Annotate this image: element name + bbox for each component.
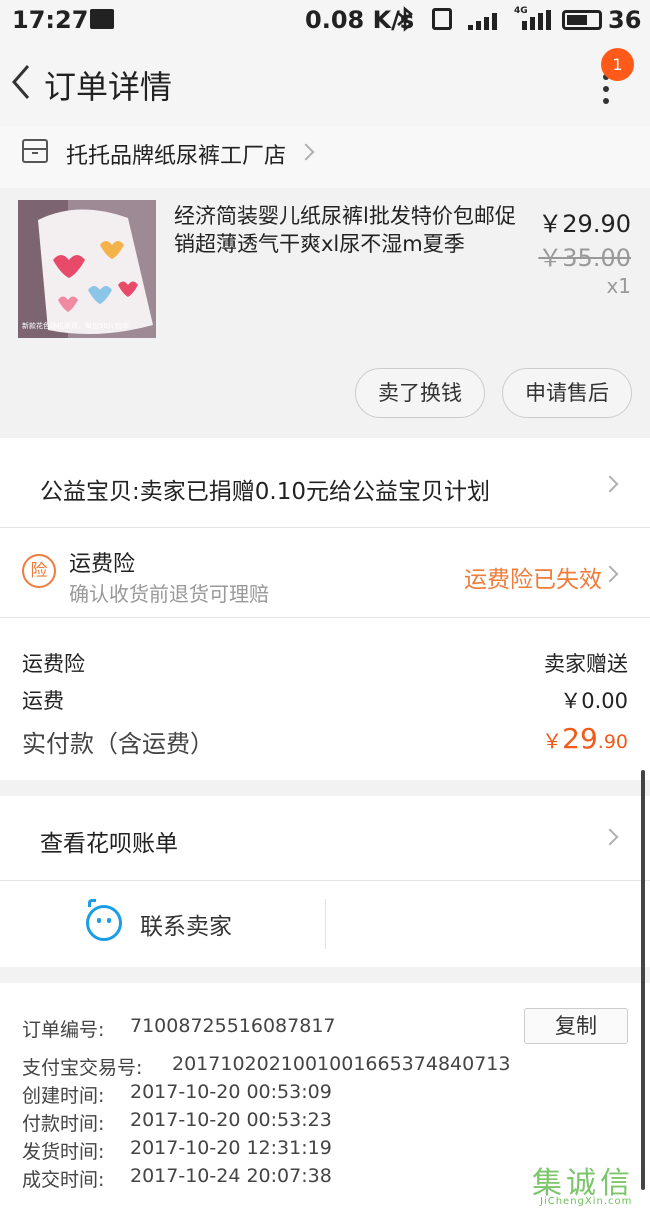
alipay-trade-row: 支付宝交易号: 2017102021001001665374840713 xyxy=(22,1053,510,1080)
completed-time-row: 成交时间: 2017-10-24 20:07:38 xyxy=(22,1165,332,1192)
insurance-title: 运费险 xyxy=(69,552,136,577)
info-label: 发货时间: xyxy=(22,1141,105,1163)
signal-icon xyxy=(468,10,502,30)
info-label: 创建时间: xyxy=(22,1085,105,1107)
after-sales-button[interactable]: 申请售后 xyxy=(502,368,632,418)
status-bar: 17:27 0.08 K/s 4G 36 xyxy=(0,0,650,40)
total-amount: ￥29.90 xyxy=(542,722,628,755)
paid-time-row: 付款时间: 2017-10-20 00:53:23 xyxy=(22,1109,332,1136)
battery-level: 36 xyxy=(608,6,642,34)
insurance-status: 运费险已失效 xyxy=(464,567,602,593)
total-decimal: .90 xyxy=(597,731,628,753)
product-price: ￥29.90 xyxy=(538,210,631,238)
insurance-subtitle: 确认收货前退货可理赔 xyxy=(69,582,269,606)
product-image-caption: 新款花色随机发货，每包50片包邮 xyxy=(22,321,129,330)
huabei-bill-row[interactable]: 查看花呗账单 xyxy=(0,796,650,881)
product-card: 新款花色随机发货，每包50片包邮 经济简装婴儿纸尿裤l批发特价包邮促销超薄透气干… xyxy=(0,188,650,438)
total-currency: ￥ xyxy=(542,729,563,753)
chevron-right-icon xyxy=(601,828,619,846)
app-header: 订单详情 1 xyxy=(0,40,650,126)
order-number-row: 订单编号: 71008725516087817 xyxy=(22,1015,336,1042)
gallery-notification-icon xyxy=(90,9,114,29)
fee-label: 运费 xyxy=(22,689,64,713)
shipped-time: 2017-10-20 12:31:19 xyxy=(130,1137,332,1159)
charity-row[interactable]: 公益宝贝:卖家已捐赠0.10元给公益宝贝计划 xyxy=(0,438,650,528)
page-title: 订单详情 xyxy=(44,68,173,106)
shop-name[interactable]: 托托品牌纸尿裤工厂店 xyxy=(66,138,286,170)
shipped-time-row: 发货时间: 2017-10-20 12:31:19 xyxy=(22,1137,332,1164)
created-time-row: 创建时间: 2017-10-20 00:53:09 xyxy=(22,1081,332,1108)
bluetooth-icon xyxy=(394,6,416,38)
back-icon[interactable] xyxy=(6,62,40,102)
resell-button[interactable]: 卖了换钱 xyxy=(355,368,485,418)
info-label: 付款时间: xyxy=(22,1113,105,1135)
huabei-bill-text: 查看花呗账单 xyxy=(40,831,178,857)
product-quantity: x1 xyxy=(606,274,631,298)
product-image[interactable]: 新款花色随机发货，每包50片包邮 xyxy=(18,200,156,338)
fee-value: ￥0.00 xyxy=(560,689,628,713)
insurance-icon: 险 xyxy=(22,554,56,588)
total-label: 实付款（含运费） xyxy=(22,730,214,758)
watermark-sub: JiChengXin.com xyxy=(540,1196,633,1207)
site-watermark: 集诚信 JiChengXin.com xyxy=(532,1158,650,1211)
chevron-right-icon xyxy=(601,475,619,493)
status-time: 17:27 xyxy=(12,6,89,34)
completed-time: 2017-10-24 20:07:38 xyxy=(130,1165,332,1187)
signal-4g-icon xyxy=(518,10,552,30)
notification-badge: 1 xyxy=(601,48,634,81)
chevron-right-icon xyxy=(297,143,315,161)
vibrate-icon xyxy=(432,8,452,30)
paid-time: 2017-10-20 00:53:23 xyxy=(130,1109,332,1131)
product-original-price: ￥35.00 xyxy=(538,244,631,272)
divider xyxy=(325,899,326,949)
fee-summary: 运费险 卖家赠送 运费 ￥0.00 实付款（含运费） ￥29.90 xyxy=(0,618,650,780)
order-number: 71008725516087817 xyxy=(130,1015,336,1037)
copy-button[interactable]: 复制 xyxy=(524,1008,628,1044)
contact-bar: 联系卖家 xyxy=(0,881,650,967)
product-name[interactable]: 经济简装婴儿纸尿裤l批发特价包邮促销超薄透气干爽xl尿不湿m夏季 xyxy=(174,202,529,258)
charity-text: 公益宝贝:卖家已捐赠0.10元给公益宝贝计划 xyxy=(40,479,490,505)
total-integer: 29 xyxy=(562,722,598,755)
chevron-right-icon xyxy=(601,565,619,583)
info-label: 支付宝交易号: xyxy=(22,1057,143,1079)
shipping-insurance-row[interactable]: 险 运费险 确认收货前退货可理赔 运费险已失效 xyxy=(0,528,650,618)
shop-row[interactable]: 托托品牌纸尿裤工厂店 xyxy=(0,126,650,188)
chat-icon-ear xyxy=(88,899,96,907)
contact-seller-button[interactable]: 联系卖家 xyxy=(140,907,232,941)
fee-value: 卖家赠送 xyxy=(544,652,628,676)
shop-icon xyxy=(22,139,48,163)
battery-icon xyxy=(562,10,602,30)
alipay-trade-number: 2017102021001001665374840713 xyxy=(172,1053,511,1075)
chat-icon[interactable] xyxy=(86,905,122,941)
fee-label: 运费险 xyxy=(22,652,85,676)
info-label: 成交时间: xyxy=(22,1169,105,1191)
created-time: 2017-10-20 00:53:09 xyxy=(130,1081,332,1103)
scrollbar[interactable] xyxy=(641,770,645,1190)
info-label: 订单编号: xyxy=(22,1019,105,1041)
